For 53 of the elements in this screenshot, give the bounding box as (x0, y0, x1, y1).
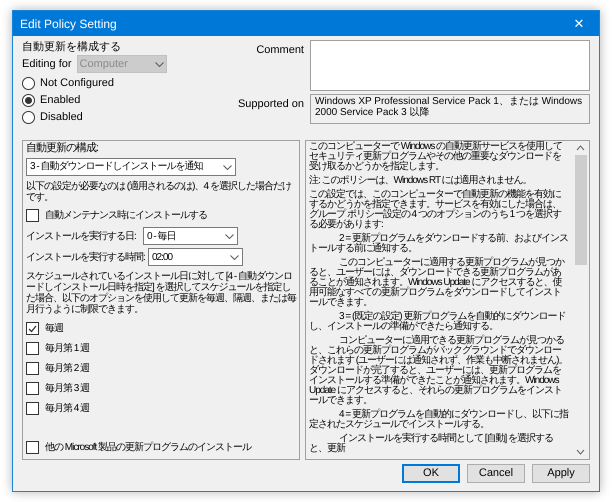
radio-button[interactable] (22, 77, 35, 90)
checkbox[interactable] (26, 441, 39, 454)
help-paragraph: 3 = (既定の設定) 更新プログラムを自動的にダウンロードし、インストールの準備ができたら通知する。 (309, 312, 566, 332)
checkbox[interactable] (26, 322, 39, 335)
schedule-note: スケジュールされているインストール日に対して [4 - 自動ダウンロードしインストール日時を指定] を選択してスケジュールを指定した場合、以下のオプションを使用して更新を毎週、隔週、または毎月行うように制限できます。 (26, 271, 296, 315)
time-label: インストールを実行する時間: (26, 250, 146, 264)
checkbox-label: 他の Microsoft 製品の更新プログラムのインストール (45, 441, 252, 454)
checkbox-label: 毎月第 4 週 (45, 402, 90, 415)
checkmark-icon (28, 324, 37, 332)
dialog-button[interactable]: Apply (532, 464, 590, 483)
supported-on-label: Supported on (236, 97, 305, 112)
chevron-down-icon (154, 62, 164, 66)
supported-on-field: Windows XP Professional Service Pack 1、または Windows 2000 Service Pack 3 以降 (310, 94, 590, 124)
close-button[interactable]: ✕ (559, 11, 599, 36)
help-paragraph: コンピューターに適用できる更新プログラムが見つかると、これらの更新プログラムがバックグラウンドでダウンロードされます (ユーザーには通知されず、作業も中断されません)。ダウンロードが完了すると、ユーザーには、更新プログラムをインストールする準備ができたことが通知されます。Windows Update にアクセスすると、それらの更新プログラムをインストールできます。 (309, 336, 568, 406)
checkbox-label: 毎月第 1 週 (45, 342, 90, 355)
radio-button[interactable] (22, 111, 35, 124)
dialog-button[interactable]: OK (402, 464, 460, 483)
dialog-button[interactable]: Cancel (467, 464, 525, 483)
radio-label: Disabled (40, 110, 83, 126)
radio-label: Not Configured (40, 76, 114, 92)
configure-dropdown[interactable]: 3 - 自動ダウンロードしインストールを通知 (26, 158, 236, 176)
radio-label: Enabled (40, 93, 80, 108)
checkbox[interactable] (26, 382, 39, 395)
time-dropdown[interactable]: 02:00 (148, 248, 243, 266)
help-paragraph: 4 = 更新プログラムを自動的にダウンロードし、以下に指定されたスケジュールでインストールする。 (309, 410, 569, 430)
note-text: 以下の設定が必要なのは (適用されるのは)、4 を選択した場合だけです。 (26, 181, 292, 203)
day-dropdown[interactable]: 0 - 毎日 (143, 227, 238, 245)
checkbox[interactable] (26, 402, 39, 415)
comment-field[interactable] (310, 40, 590, 91)
help-paragraph: このコンピューターに適用する更新プログラムが見つかると、ユーザーには、ダウンロードできる更新プログラムがあることが通知されます。Windows Update にアクセスすると、使用可能なすべての更新プログラムをダウンロードしてインストールできます。 (309, 258, 566, 308)
checkbox[interactable] (26, 362, 39, 375)
checkbox-label: 毎月第 2 週 (45, 362, 90, 375)
checkbox-label: 毎月第 3 週 (45, 382, 90, 395)
checkbox[interactable] (26, 209, 39, 222)
checkbox-label: 毎週 (45, 322, 63, 335)
chevron-down-icon (230, 254, 239, 260)
scrollbar-thumb[interactable] (574, 155, 586, 265)
chevron-down-icon (225, 234, 234, 238)
day-label: インストールを実行する日: (26, 230, 137, 244)
comment-label: Comment (255, 43, 305, 58)
help-paragraph: インストールを実行する時間として [自動] を選択すると、更新 (309, 434, 554, 454)
chevron-down-icon (223, 164, 232, 170)
help-paragraph: 2 = 更新プログラムをダウンロードする前、およびインストールする前に通知する。 (309, 234, 569, 254)
checkbox-label: 自動メンテナンス時にインストールする (45, 209, 207, 222)
field-label: Editing for (22, 56, 72, 72)
policy-title: 自動更新を構成する (22, 40, 122, 54)
configure-label: 自動更新の構成: (26, 142, 100, 155)
checkbox[interactable] (26, 342, 39, 355)
window-title: Edit Policy Setting (20, 16, 117, 32)
help-paragraph: 注: このポリシーは、Windows RT には適用されません。 (309, 176, 533, 186)
radio-button[interactable] (22, 94, 35, 107)
help-paragraph: この設定では、このコンピューターで自動更新の機能を有効にするかどうかを指定できます。サービスを有効にした場合は、グループ ポリシー設定の 4 つのオプションのうち 1 つを選択する必要があります: (309, 190, 562, 230)
